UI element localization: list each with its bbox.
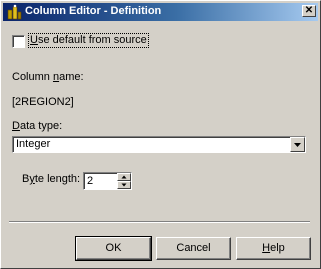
data-type-label: Data type: xyxy=(12,120,63,132)
use-default-checkbox[interactable] xyxy=(12,35,25,48)
cancel-button[interactable]: Cancel xyxy=(156,237,231,260)
column-name-label: Column name: xyxy=(12,71,84,83)
spin-down-button[interactable] xyxy=(117,181,131,189)
spin-up-button[interactable] xyxy=(117,173,131,181)
button-separator xyxy=(9,221,310,223)
use-default-label[interactable]: Use default from source xyxy=(28,33,149,48)
byte-length-value[interactable]: 2 xyxy=(87,175,93,187)
data-type-select[interactable]: Integer xyxy=(12,136,306,153)
access-key-letter: D xyxy=(12,120,20,132)
dropdown-button[interactable] xyxy=(290,137,305,152)
close-icon: ✕ xyxy=(304,5,314,16)
data-type-selected-value: Integer xyxy=(16,138,51,150)
access-key-letter: U xyxy=(30,34,38,46)
spin-down-arrow-icon xyxy=(121,183,127,187)
close-button[interactable]: ✕ xyxy=(302,5,316,17)
window-title: Column Editor - Definition xyxy=(25,5,162,17)
byte-length-spinner[interactable]: 2 xyxy=(83,172,132,190)
access-key-letter: n xyxy=(52,71,60,83)
access-key-letter: H xyxy=(262,242,271,254)
column-editor-dialog: Column Editor - Definition ✕ Use default… xyxy=(0,0,321,269)
byte-length-label: Byte length: xyxy=(22,173,81,185)
access-key-letter: y xyxy=(29,173,35,185)
chevron-down-icon xyxy=(294,143,301,147)
column-editor-app-icon xyxy=(7,4,22,20)
title-bar[interactable]: Column Editor - Definition ✕ xyxy=(3,3,318,21)
help-button[interactable]: Help xyxy=(236,237,311,260)
column-name-value: [2REGION2] xyxy=(12,96,74,108)
ok-button[interactable]: OK xyxy=(75,236,152,261)
spin-up-arrow-icon xyxy=(121,175,127,179)
